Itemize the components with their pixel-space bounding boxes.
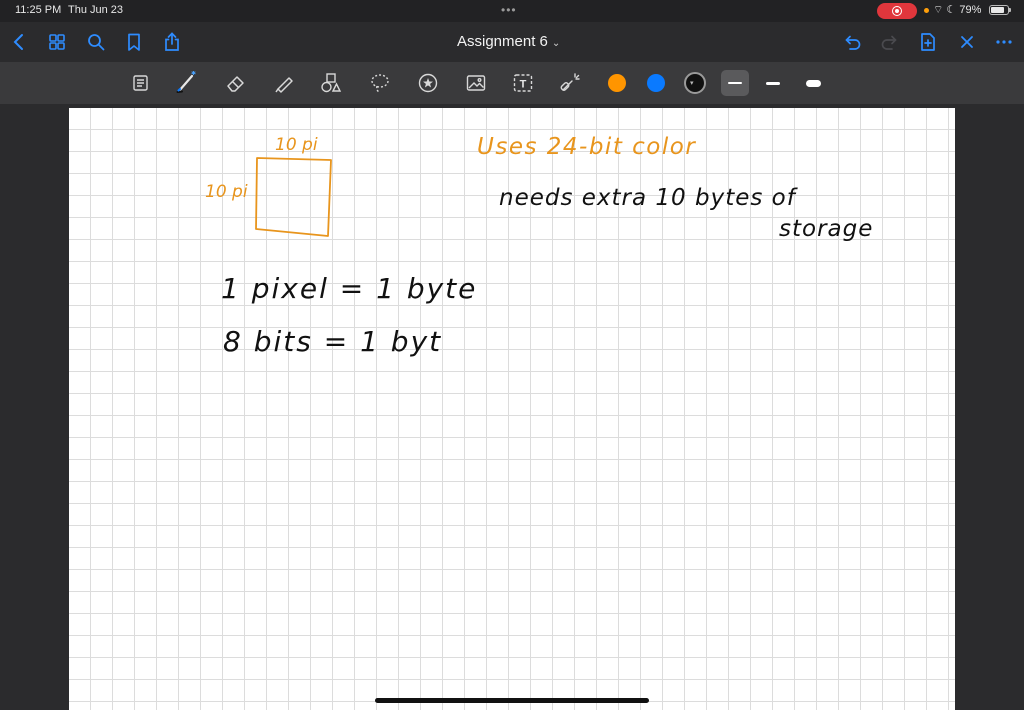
home-indicator[interactable]: [375, 698, 649, 703]
thin-stroke-icon: [728, 82, 742, 84]
stroke-width-thin-selected[interactable]: [721, 70, 749, 96]
svg-text:T: T: [520, 79, 527, 91]
highlighter-tool-icon[interactable]: [272, 71, 296, 95]
eraser-tool-icon[interactable]: [224, 71, 248, 95]
stroke-width-thick[interactable]: [806, 80, 821, 87]
lasso-tool-icon[interactable]: [368, 71, 392, 95]
square-drawing: [255, 157, 332, 237]
pen-tool-icon[interactable]: ✱: [174, 71, 198, 95]
battery-icon: [989, 5, 1011, 15]
title-chevron-icon: ⌄: [551, 38, 561, 49]
chevron-down-icon: ▾: [690, 80, 694, 87]
shapes-tool-icon[interactable]: [319, 71, 343, 95]
close-toolbar-icon[interactable]: [956, 31, 978, 53]
multitasking-dots[interactable]: •••: [501, 3, 517, 17]
status-icons: ⌔ ☾ 79%: [924, 3, 981, 17]
equation-bits-byte: 8 bits = 1 byt: [223, 325, 442, 358]
screen-recording-indicator[interactable]: [877, 3, 917, 19]
laser-pointer-icon[interactable]: [558, 71, 582, 95]
more-icon[interactable]: [993, 31, 1015, 53]
color-swatch-black[interactable]: ▾: [684, 72, 706, 94]
search-icon[interactable]: [85, 31, 107, 53]
status-bar: 11:25 PM Thu Jun 23 ••• ⌔ ☾ 79%: [0, 0, 1024, 22]
share-icon[interactable]: [161, 31, 183, 53]
back-chevron-icon[interactable]: [8, 31, 30, 53]
heading-note: Uses 24-bit color: [477, 134, 696, 160]
wifi-icon: ⌔: [933, 4, 944, 16]
record-icon: [892, 6, 902, 16]
drawing-toolbar: ✱ T ▾: [0, 62, 1024, 104]
document-title[interactable]: Assignment 6 ⌄: [457, 33, 560, 50]
bookmark-icon[interactable]: [123, 31, 145, 53]
sticker-tool-icon[interactable]: [416, 71, 440, 95]
moon-icon: ☾: [946, 4, 957, 16]
text-tool-icon[interactable]: T: [511, 71, 535, 95]
battery-fill: [991, 7, 1004, 13]
status-date: Thu Jun 23: [68, 4, 124, 16]
ink-layer: 10 pi 10 pi Uses 24-bit color needs extr…: [205, 134, 873, 358]
document-title-text: Assignment 6: [457, 33, 548, 50]
image-tool-icon[interactable]: [464, 71, 488, 95]
navigation-bar: Assignment 6 ⌄: [0, 22, 1024, 62]
undo-icon[interactable]: [841, 31, 863, 53]
stroke-width-medium[interactable]: [766, 82, 780, 85]
svg-text:✱: ✱: [191, 71, 196, 77]
equation-pixel-byte: 1 pixel = 1 byte: [221, 272, 477, 305]
redo-icon[interactable]: [879, 31, 901, 53]
note-page[interactable]: 10 pi 10 pi Uses 24-bit color needs extr…: [69, 108, 955, 710]
battery-percent: 79%: [959, 4, 982, 16]
thumbnails-grid-icon[interactable]: [46, 31, 68, 53]
color-swatch-orange[interactable]: [608, 74, 626, 92]
storage-note-line2: storage: [779, 216, 873, 242]
mic-in-use-indicator: [924, 7, 929, 13]
box-width-label: 10 pi: [275, 135, 318, 155]
color-swatch-blue[interactable]: [647, 74, 665, 92]
box-height-label: 10 pi: [205, 182, 248, 202]
storage-note-line1: needs extra 10 bytes of: [499, 185, 798, 211]
status-time: 11:25 PM: [15, 4, 62, 16]
page-view-icon[interactable]: [129, 71, 153, 95]
add-page-icon[interactable]: [917, 31, 939, 53]
